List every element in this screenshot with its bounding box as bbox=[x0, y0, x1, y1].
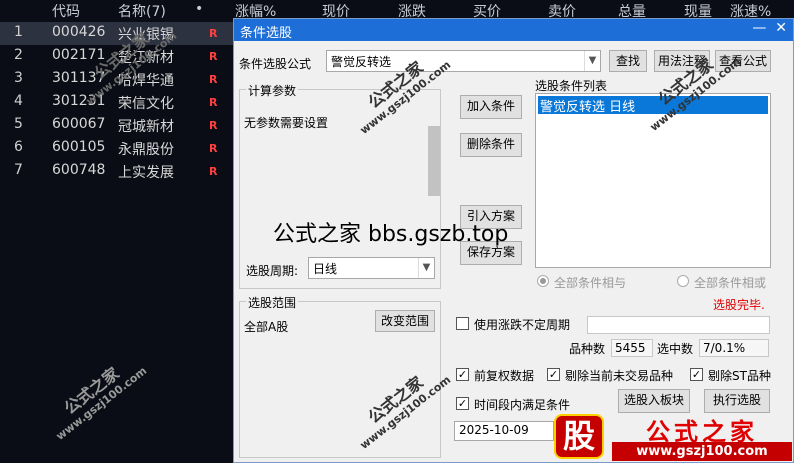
condition-list-label: 选股条件列表 bbox=[535, 79, 608, 93]
table-row[interactable]: 5 600067 冠城新材 R bbox=[0, 114, 233, 137]
exclude-st-label: 剔除ST品种 bbox=[708, 369, 771, 383]
range-value: 全部A股 bbox=[244, 320, 289, 334]
table-row[interactable]: 4 301231 荣信文化 R bbox=[0, 91, 233, 114]
chevron-down-icon[interactable]: ▼ bbox=[584, 51, 600, 71]
exclude-untraded-label: 剔除当前未交易品种 bbox=[565, 369, 674, 383]
exclude-untraded-checkbox[interactable]: ✓ bbox=[547, 368, 560, 381]
time-range-checkbox[interactable]: ✓ bbox=[456, 397, 469, 410]
params-group: 计算参数 无参数需要设置 选股周期: 日线 ▼ bbox=[239, 82, 441, 289]
or-radio-label: 全部条件相或 bbox=[694, 276, 767, 290]
hit-value: 7/0.1% bbox=[699, 339, 769, 357]
column-header: 代码 名称(7) • 涨幅% 现价 涨跌 买价 卖价 总量 现量 涨速% bbox=[0, 0, 794, 20]
add-condition-button[interactable]: 加入条件 bbox=[460, 95, 522, 119]
or-radio[interactable] bbox=[677, 275, 689, 287]
and-radio[interactable] bbox=[537, 275, 549, 287]
dialog-title: 条件选股 bbox=[240, 26, 293, 41]
and-radio-label: 全部条件相与 bbox=[554, 276, 627, 290]
scroll-thumb[interactable] bbox=[428, 126, 440, 196]
table-row[interactable]: 7 600748 上实发展 R bbox=[0, 160, 233, 183]
period-label: 选股周期: bbox=[246, 264, 299, 278]
period-select[interactable]: 日线 ▼ bbox=[308, 257, 435, 279]
params-text: 无参数需要设置 bbox=[244, 116, 329, 130]
date-picker[interactable]: 2025-10-09 bbox=[454, 421, 554, 441]
uncertain-period-checkbox[interactable] bbox=[456, 317, 469, 330]
site-logo: 股 公式之家 www.gszj100.com bbox=[550, 410, 794, 463]
uncertain-period-label: 使用涨跌不定周期 bbox=[474, 318, 571, 332]
chevron-down-icon[interactable]: ▼ bbox=[418, 258, 434, 278]
prerights-label: 前复权数据 bbox=[474, 369, 535, 383]
table-row[interactable]: 6 600105 永鼎股份 R bbox=[0, 137, 233, 160]
hit-label: 选中数 bbox=[657, 342, 694, 356]
logo-badge: 股 bbox=[554, 414, 604, 459]
find-button[interactable]: 查找 bbox=[609, 50, 647, 72]
params-scrollbar[interactable] bbox=[426, 104, 440, 232]
close-icon[interactable]: ✕ bbox=[775, 20, 787, 36]
col-dot: • bbox=[195, 1, 204, 17]
uncertain-period-input[interactable] bbox=[587, 316, 770, 334]
prerights-checkbox[interactable]: ✓ bbox=[456, 368, 469, 381]
col-code[interactable]: 代码 bbox=[52, 1, 80, 21]
dialog-title-bar[interactable]: 条件选股 — ✕ bbox=[234, 19, 793, 41]
formula-label: 条件选股公式 bbox=[239, 57, 312, 71]
exclude-st-checkbox[interactable]: ✓ bbox=[690, 368, 703, 381]
watermark: 公式之家 www.gszj100.com bbox=[53, 363, 150, 443]
delete-condition-button[interactable]: 删除条件 bbox=[460, 133, 522, 157]
minimize-icon[interactable]: — bbox=[752, 20, 766, 36]
formula-select[interactable]: 警觉反转选 ▼ bbox=[326, 50, 601, 72]
overlay-watermark-text: 公式之家 bbs.gszb.top bbox=[273, 222, 509, 247]
window-controls: — ✕ bbox=[752, 20, 787, 36]
change-range-button[interactable]: 改变范围 bbox=[375, 310, 435, 332]
count-value: 5455 bbox=[611, 339, 653, 357]
logo-text: 公式之家 bbox=[646, 417, 758, 446]
logo-url: www.gszj100.com bbox=[612, 442, 792, 461]
table-row[interactable]: 1 000426 兴业银锡 R bbox=[0, 22, 233, 45]
status-text: 选股完毕. bbox=[713, 298, 765, 312]
count-label: 品种数 bbox=[569, 342, 606, 356]
